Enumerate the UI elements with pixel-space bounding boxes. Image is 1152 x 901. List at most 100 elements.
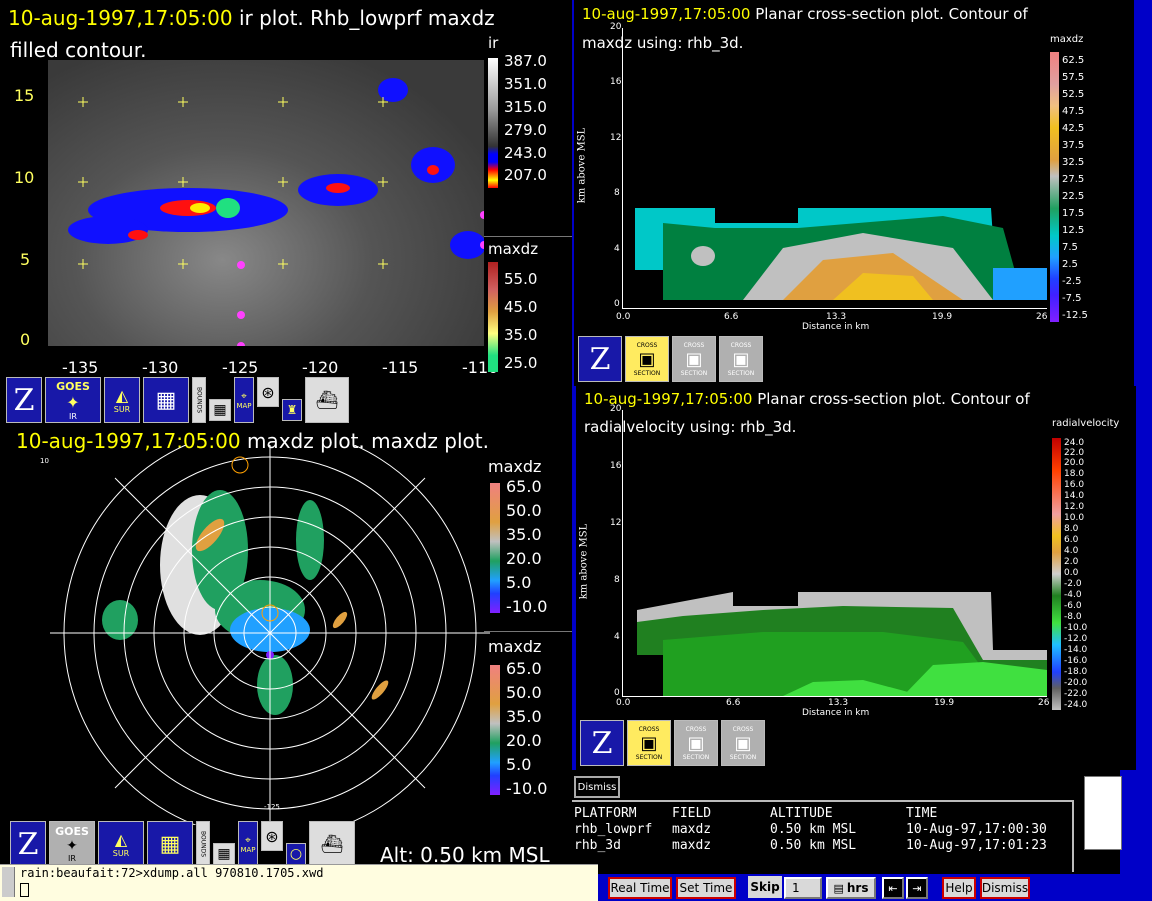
unit-select[interactable]: ▤ hrs — [826, 877, 876, 899]
ir-colorbar-title: ir — [488, 34, 499, 52]
bounds-button[interactable]: BOUNDS — [192, 377, 206, 423]
map-icon-2: ⌖ — [245, 834, 251, 846]
maxdz-small-label-2: 35.0 — [504, 326, 538, 344]
sur-button[interactable]: ◭ SUR — [104, 377, 140, 423]
goes-label-2: GOES — [55, 825, 89, 838]
maxdz-colorbar-2 — [490, 665, 500, 795]
maxdz-toolbar: Z GOES ✦ IR ◭ SUR ▦ BOUNDS ▦ ⌖ MAP ⊛ ○ ⛴ — [10, 821, 355, 867]
xsec2-cbar-label-19: -14.0 — [1064, 645, 1088, 655]
cross-section-button-2[interactable]: CROSS ▣ SECTION — [672, 336, 716, 382]
xsec1-contours — [635, 208, 1047, 300]
maxdz-cbar2-label-5: -10.0 — [506, 779, 548, 798]
ir-x-tick-4: -115 — [382, 358, 419, 377]
xsec2-cbar-label-3: 18.0 — [1064, 469, 1085, 479]
cross-section-button-active[interactable]: CROSS ▣ SECTION — [625, 336, 669, 382]
set-time-button[interactable]: Set Time — [676, 877, 736, 899]
terminal-window[interactable]: rain:beaufait:72>xdump.all 970810.1705.x… — [0, 864, 598, 901]
step-forward-button[interactable]: ⇥ — [906, 877, 928, 899]
goes-ir-label: IR — [69, 411, 77, 421]
maxdz-plot-window: 10-aug-1997,17:05:00 maxdz plot. maxdz p… — [0, 425, 572, 873]
map-label-2: MAP — [240, 845, 256, 854]
radar-icon: ◭ — [115, 386, 129, 405]
goes-ir-button-2[interactable]: GOES ✦ IR — [49, 821, 95, 867]
maxdz-cbar1-label-0: 65.0 — [506, 477, 542, 496]
xsec2-y-tick-3: 8 — [614, 575, 620, 585]
table-row-2-field: maxdz — [672, 838, 712, 853]
xsec2-cbar-label-21: -18.0 — [1064, 667, 1088, 677]
maxdz-cbar2-label-3: 20.0 — [506, 731, 542, 750]
terminal-cursor — [20, 883, 29, 897]
radar-icon-2: ◭ — [114, 830, 128, 849]
real-time-button[interactable]: Real Time — [608, 877, 672, 899]
grid-tool-button[interactable]: ▦ — [143, 377, 189, 423]
terminal-scrollbar[interactable] — [2, 867, 15, 897]
xsec2-title-text: Planar cross-section plot. Contour of — [752, 390, 1030, 408]
cross-section-button-6[interactable]: CROSS ▣ SECTION — [721, 720, 765, 766]
sur-button-2[interactable]: ◭ SUR — [98, 821, 144, 867]
xsec2-x-tick-3: 19.9 — [934, 698, 955, 708]
goes-ir-button[interactable]: GOES ✦ IR — [45, 377, 101, 423]
ir-window-title: 10-aug-1997,17:05:00 ir plot. Rhb_lowprf… — [8, 6, 495, 30]
xsec1-plot-area[interactable] — [622, 28, 1047, 309]
ir-cbar-label-0: 387.0 — [504, 52, 547, 70]
grid-small-icon[interactable]: ▦ — [209, 399, 231, 421]
ship-icon[interactable]: ⛴ — [305, 377, 349, 423]
z-logo-button-3[interactable]: Z — [578, 336, 622, 382]
ship-icon-2[interactable]: ⛴ — [309, 821, 355, 867]
cross-section-button-active-2[interactable]: CROSS ▣ SECTION — [627, 720, 671, 766]
xsec2-y-label: km above MSL — [578, 523, 590, 600]
status-header-altitude: ALTITUDE — [770, 806, 833, 821]
xsec1-y-label: km above MSL — [576, 127, 588, 204]
buoy-icon[interactable]: ♜ — [282, 399, 302, 421]
maxdz-small-label-1: 45.0 — [504, 298, 538, 316]
ir-title-text: ir plot. Rhb_lowprf maxdz — [232, 6, 495, 30]
z-logo-button[interactable]: Z — [6, 377, 42, 423]
ir-map-overlay — [68, 78, 484, 346]
table-row-2-altitude: 0.50 km MSL — [770, 838, 857, 853]
xsec2-cbar-label-1: 22.0 — [1064, 448, 1085, 458]
section-label-5: SECTION — [682, 753, 710, 761]
sur-label: SUR — [113, 405, 131, 414]
ir-y-tick-1: 10 — [14, 168, 35, 187]
xsec1-cbar-label-2: 52.5 — [1062, 89, 1085, 100]
cube-icon: ▣ — [638, 348, 656, 370]
xsec1-cbar-label-9: 17.5 — [1062, 208, 1085, 219]
xsec2-cbar-label-10: 4.0 — [1064, 546, 1079, 556]
ir-y-tick-2: 5 — [20, 250, 31, 269]
xsec1-x-tick-0: 0.0 — [616, 312, 631, 322]
table-row-2-platform: rhb_3d — [574, 838, 621, 853]
xsec1-title-time: 10-aug-1997,17:05:00 — [582, 5, 751, 23]
status-table: PLATFORM FIELD ALTITUDE TIME rhb_lowprf … — [572, 800, 1074, 872]
circle-icon[interactable]: ○ — [286, 843, 306, 865]
step-back-button[interactable]: ⇤ — [882, 877, 904, 899]
xsec-velocity-window: 10-aug-1997,17:05:00 Planar cross-sectio… — [576, 386, 1136, 770]
maxdz-cbar1-label-2: 35.0 — [506, 525, 542, 544]
z-logo-button-2[interactable]: Z — [10, 821, 46, 867]
grid-tool-button-2[interactable]: ▦ — [147, 821, 193, 867]
maxdz-cbar1-label-5: -10.0 — [506, 597, 548, 616]
cross-section-button-5[interactable]: CROSS ▣ SECTION — [674, 720, 718, 766]
map-button[interactable]: ⌖ MAP — [234, 377, 254, 423]
xsec2-x-tick-0: 0.0 — [616, 698, 631, 708]
polar-radar-plot[interactable] — [20, 445, 500, 825]
skip-input[interactable]: 1 — [784, 877, 822, 899]
help-button[interactable]: Help — [942, 877, 976, 899]
control-bar: Real Time Set Time Skip 1 ▤ hrs ⇤ ⇥ Help … — [604, 874, 1138, 900]
sur-label-2: SUR — [112, 849, 130, 858]
map-button-2[interactable]: ⌖ MAP — [238, 821, 258, 867]
ir-x-tick-3: -120 — [302, 358, 339, 377]
xsec2-plot-area[interactable] — [622, 410, 1047, 697]
status-dismiss-button[interactable]: Dismiss — [574, 776, 620, 798]
ir-satellite-map[interactable] — [48, 60, 484, 346]
z-logo-button-4[interactable]: Z — [580, 720, 624, 766]
cross-section-button-3[interactable]: CROSS ▣ SECTION — [719, 336, 763, 382]
dismiss-button[interactable]: Dismiss — [980, 877, 1030, 899]
grid-small-icon-2[interactable]: ▦ — [213, 843, 235, 865]
wheel-icon-2[interactable]: ⊛ — [261, 821, 283, 851]
xsec2-cbar-label-2: 20.0 — [1064, 458, 1085, 468]
table-row-1-altitude: 0.50 km MSL — [770, 822, 857, 837]
wheel-icon[interactable]: ⊛ — [257, 377, 279, 407]
xsec1-x-label: Distance in km — [802, 322, 870, 332]
bounds-button-2[interactable]: BOUNDS — [196, 821, 210, 867]
xsec1-y-tick-3: 8 — [614, 188, 620, 198]
